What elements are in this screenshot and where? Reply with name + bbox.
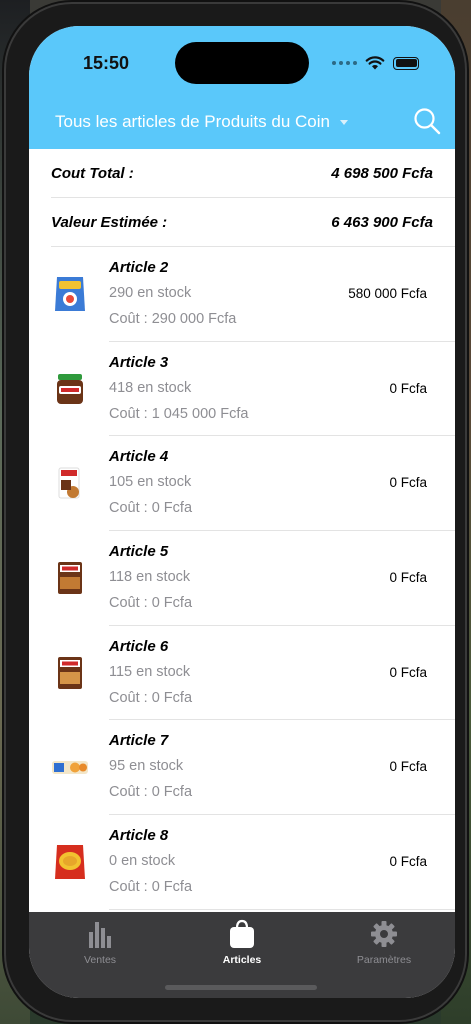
article-row[interactable]: Article 4 105 en stock Coût : 0 Fcfa 0 F… (29, 436, 455, 532)
article-name: Article 4 (109, 448, 169, 466)
article-stock: 290 en stock (109, 285, 192, 301)
wifi-icon (365, 56, 385, 70)
phone-frame: 15:50 Tous les articles de Produits du C… (6, 4, 465, 1020)
divider (109, 908, 455, 910)
article-value: 580 000 Fcfa (348, 286, 427, 301)
box-thumbnail (58, 562, 82, 595)
article-name: Article 6 (109, 637, 169, 655)
estimated-value-amount: 6 463 900 Fcfa (331, 214, 433, 231)
article-name: Article 3 (109, 353, 169, 371)
article-stock: 0 en stock (109, 853, 176, 870)
tab-articles[interactable]: Articles (182, 918, 302, 966)
store-selector[interactable]: Tous les articles de Produits du Coin (55, 112, 348, 132)
article-row[interactable]: Article 8 0 en stock Coût : 0 Fcfa 0 Fcf… (29, 815, 455, 910)
total-cost-row: Cout Total : 4 698 500 Fcfa (29, 149, 455, 198)
snack-pack-thumbnail (58, 467, 80, 499)
tab-parametres[interactable]: Paramètres (324, 918, 444, 966)
article-row[interactable]: Article 3 418 en stock Coût : 1 045 000 … (29, 342, 455, 437)
article-list: Article 2 290 en stock Coût : 290 000 Fc… (29, 247, 455, 910)
article-value: 0 Fcfa (389, 854, 427, 870)
article-cost: Coût : 290 000 Fcfa (109, 311, 237, 327)
box-thumbnail (58, 656, 82, 689)
product-bag-thumbnail (55, 277, 85, 311)
biscuit-pack-thumbnail (52, 761, 88, 775)
tab-label: Paramètres (356, 954, 412, 966)
bag-icon (230, 919, 254, 948)
article-value: 0 Fcfa (389, 475, 427, 491)
pasta-bag-thumbnail (55, 845, 85, 880)
tab-label: Articles (222, 954, 262, 966)
dynamic-island (175, 42, 309, 84)
status-time: 15:50 (83, 53, 130, 73)
gear-icon (371, 921, 397, 947)
tab-ventes[interactable]: Ventes (40, 918, 160, 966)
status-icons (332, 56, 419, 70)
tab-bar: Ventes Articles Paramètres (29, 912, 455, 998)
estimated-value-row: Valeur Estimée : 6 463 900 Fcfa (29, 198, 455, 247)
cellular-signal-icon (332, 61, 357, 65)
article-row[interactable]: Article 7 95 en stock Coût : 0 Fcfa 0 Fc… (29, 720, 455, 816)
total-cost-value: 4 698 500 Fcfa (331, 165, 433, 182)
article-row[interactable]: Article 6 115 en stock Coût : 0 Fcfa 0 F… (29, 626, 455, 721)
article-cost: Coût : 0 Fcfa (109, 689, 193, 706)
nav-title: Tous les articles de Produits du Coin (55, 112, 330, 131)
article-name: Article 5 (109, 543, 169, 561)
article-cost: Coût : 0 Fcfa (109, 879, 193, 896)
article-cost: Coût : 1 045 000 Fcfa (109, 405, 249, 422)
article-cost: Coût : 0 Fcfa (109, 500, 193, 517)
tab-label: Ventes (83, 954, 117, 966)
estimated-value-label: Valeur Estimée : (51, 214, 168, 231)
article-stock: 418 en stock (109, 379, 192, 396)
search-icon[interactable] (412, 106, 442, 136)
article-value: 0 Fcfa (389, 380, 427, 396)
article-stock: 115 en stock (109, 663, 191, 680)
article-value: 0 Fcfa (389, 570, 427, 586)
app-screen: 15:50 Tous les articles de Produits du C… (29, 26, 455, 998)
article-stock: 105 en stock (109, 474, 192, 491)
article-name: Article 2 (109, 259, 169, 276)
battery-icon (393, 56, 419, 70)
article-value: 0 Fcfa (389, 759, 427, 775)
total-cost-label: Cout Total : (51, 165, 134, 182)
article-row[interactable]: Article 2 290 en stock Coût : 290 000 Fc… (29, 247, 455, 342)
article-row[interactable]: Article 5 118 en stock Coût : 0 Fcfa 0 F… (29, 531, 455, 626)
article-name: Article 8 (109, 827, 169, 845)
chevron-down-icon (339, 119, 348, 125)
article-stock: 118 en stock (109, 569, 191, 586)
article-value: 0 Fcfa (389, 664, 427, 680)
article-stock: 95 en stock (109, 758, 184, 775)
article-cost: Coût : 0 Fcfa (109, 784, 193, 801)
home-indicator[interactable] (165, 985, 317, 990)
jar-thumbnail (57, 373, 83, 404)
chart-icon (89, 922, 111, 948)
article-name: Article 7 (109, 732, 169, 750)
article-cost: Coût : 0 Fcfa (109, 595, 193, 612)
header-bar: 15:50 Tous les articles de Produits du C… (29, 26, 455, 149)
